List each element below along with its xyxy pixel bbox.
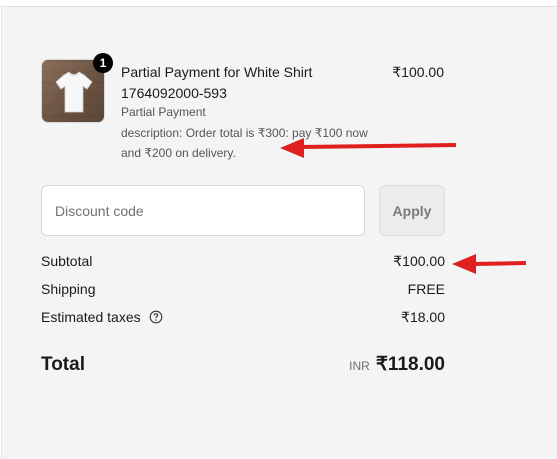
shipping-row: Shipping FREE xyxy=(41,279,445,299)
total-value: ₹118.00 xyxy=(375,354,445,375)
question-circle-icon[interactable] xyxy=(149,310,163,324)
taxes-row: Estimated taxes ₹18.00 xyxy=(41,307,445,327)
total-label: Total xyxy=(41,354,85,375)
shipping-label: Shipping xyxy=(41,281,96,297)
discount-code-input[interactable] xyxy=(41,185,365,236)
product-thumbnail: 1 xyxy=(41,53,113,123)
subtotal-value: ₹100.00 xyxy=(393,253,445,269)
red-arrow-annotation-subtotal xyxy=(452,254,527,274)
order-summary-panel: 1 Partial Payment for White Shirt 176409… xyxy=(1,6,557,459)
subtotal-label: Subtotal xyxy=(41,253,93,269)
total-row: Total INR ₹118.00 xyxy=(41,353,445,376)
taxes-value: ₹18.00 xyxy=(401,309,445,325)
product-title: Partial Payment for White Shirt 17640920… xyxy=(121,62,361,104)
quantity-badge: 1 xyxy=(93,53,113,73)
currency-code: INR xyxy=(349,359,370,373)
product-price: ₹100.00 xyxy=(392,64,444,80)
product-title-line2: 1764092000-593 xyxy=(121,85,227,101)
product-title-line1: Partial Payment for White Shirt xyxy=(121,64,313,80)
subtotal-row: Subtotal ₹100.00 xyxy=(41,251,445,271)
taxes-label-group: Estimated taxes xyxy=(41,307,163,327)
red-arrow-annotation-description xyxy=(280,138,457,158)
total-amount-group: INR ₹118.00 xyxy=(349,353,445,376)
product-variant: Partial Payment xyxy=(121,105,206,119)
shipping-value: FREE xyxy=(407,281,445,297)
taxes-label: Estimated taxes xyxy=(41,309,141,325)
apply-discount-button[interactable]: Apply xyxy=(379,185,445,236)
